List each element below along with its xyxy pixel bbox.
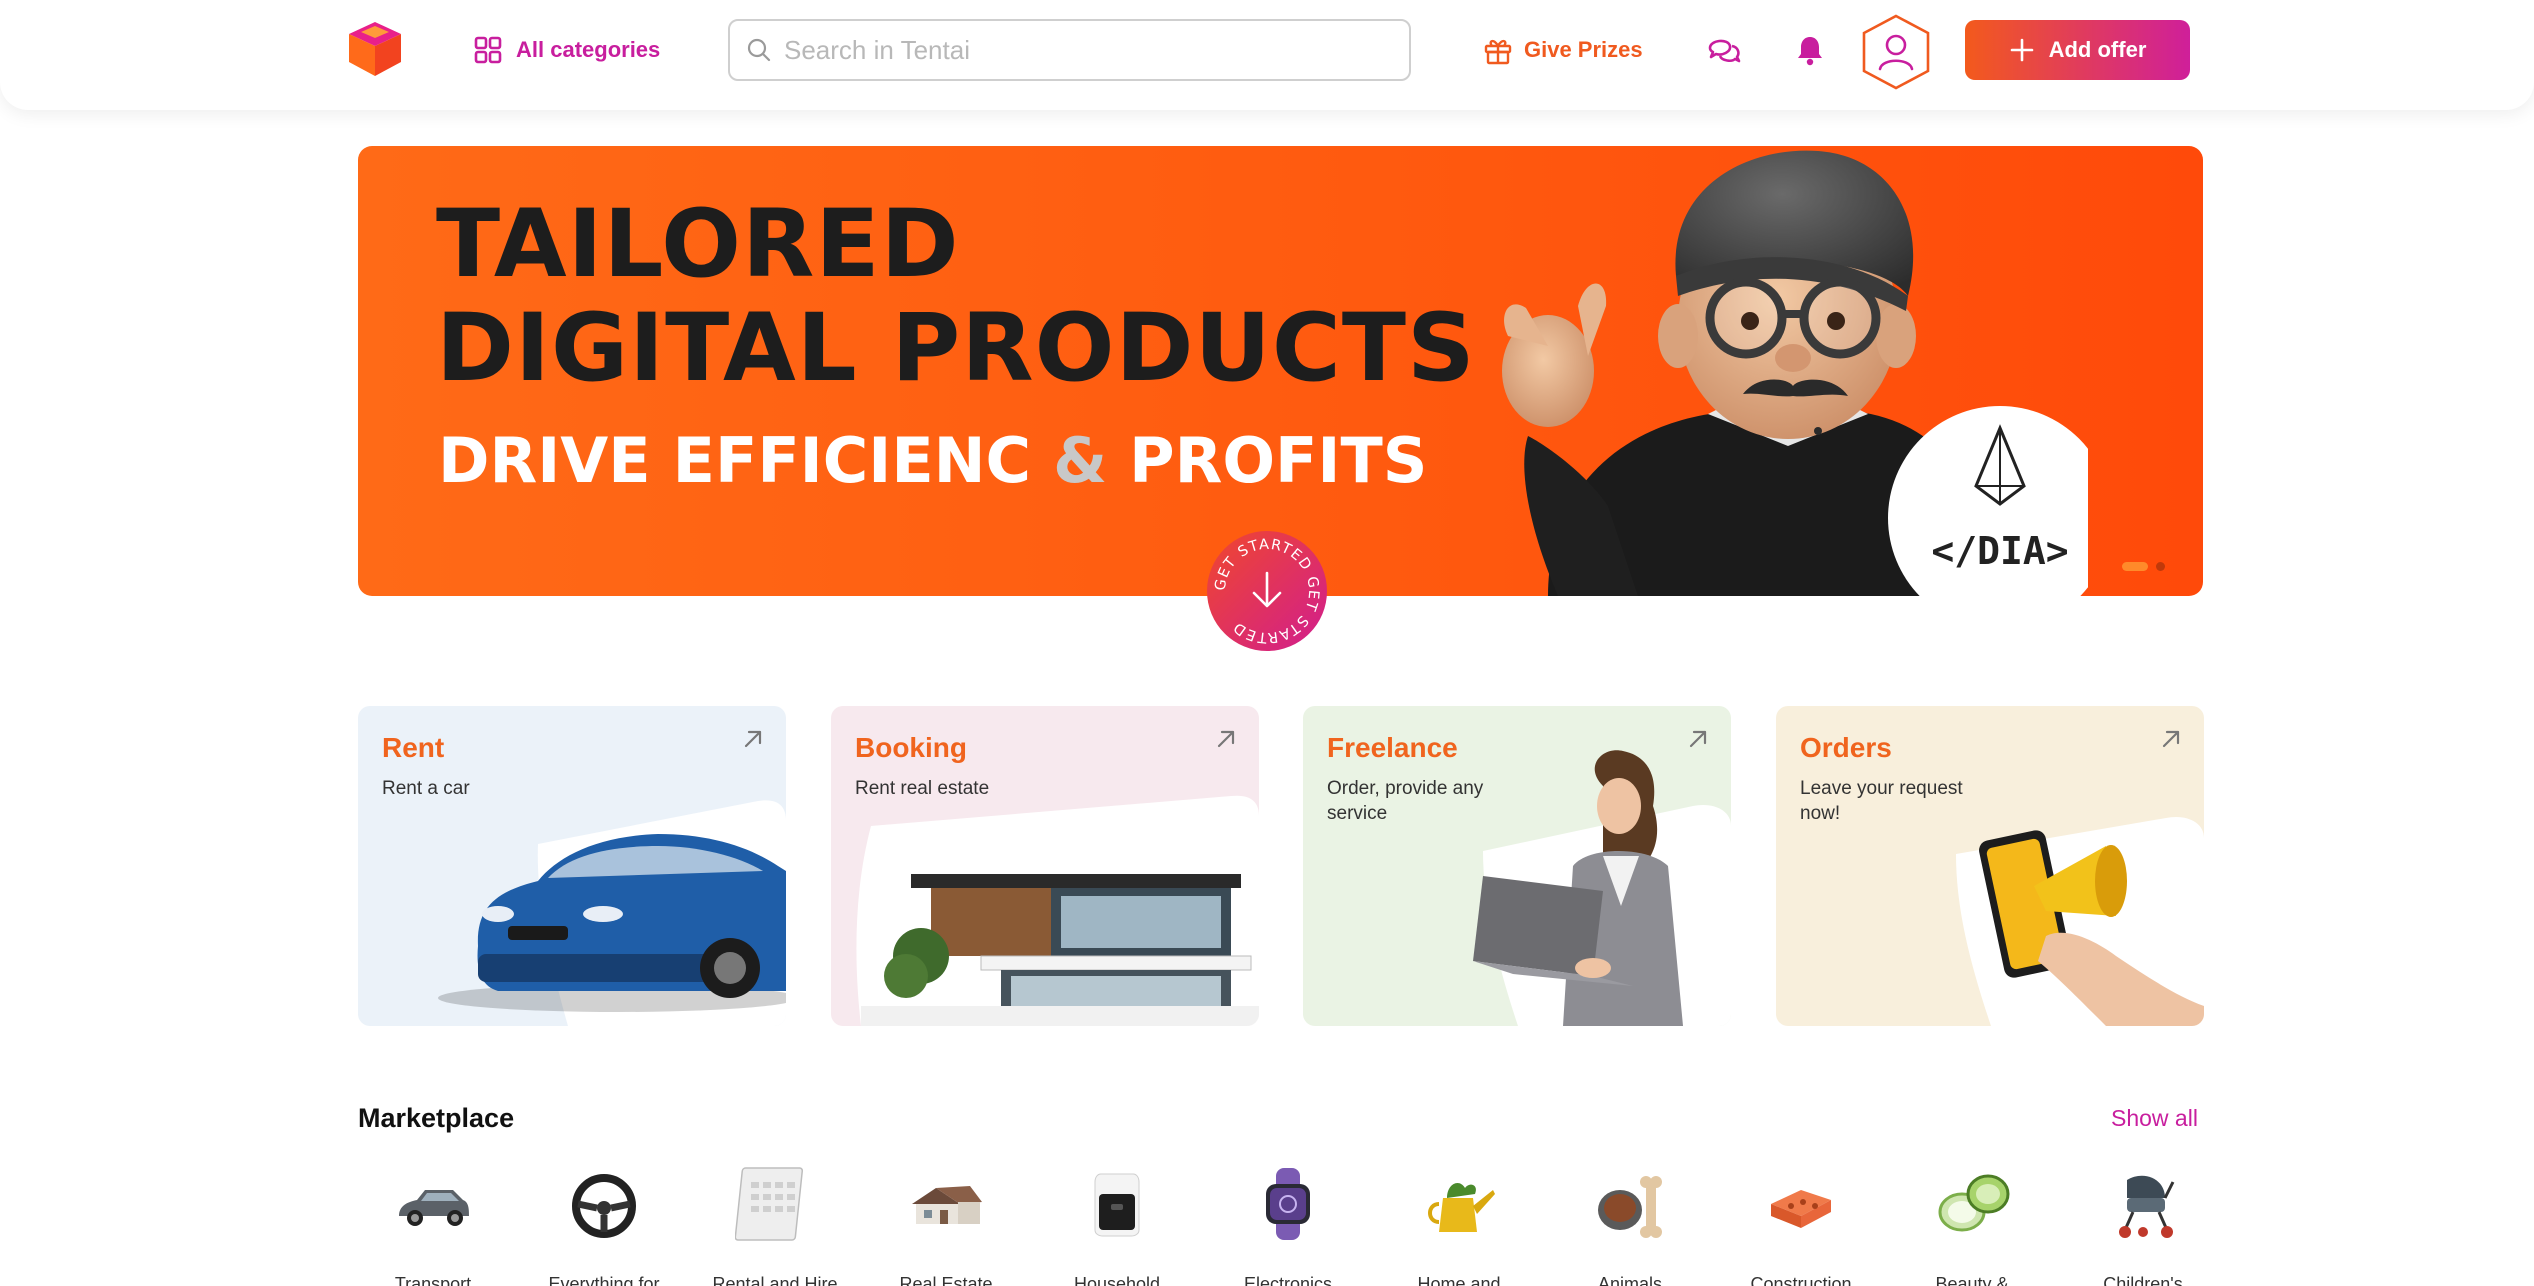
carousel-dots[interactable]	[2122, 562, 2165, 571]
suv-car-icon	[399, 1190, 469, 1226]
card-booking[interactable]: Booking Rent real estate	[831, 706, 1259, 1026]
house-icon	[912, 1186, 982, 1224]
category-label: Real Estate	[899, 1274, 993, 1286]
grid-icon	[474, 36, 502, 64]
bell-icon	[1798, 37, 1822, 66]
add-offer-label: Add offer	[2048, 37, 2147, 62]
cosmetic-jar-icon	[1938, 1174, 2010, 1232]
calendar-icon	[735, 1167, 804, 1241]
dia-badge-text: </DIA>	[1931, 529, 2068, 573]
category-everything-for[interactable]: Everything for	[529, 1160, 679, 1286]
show-all-link[interactable]: Show all	[2111, 1105, 2198, 1132]
card-subtitle: Rent a car	[382, 778, 470, 799]
arrow-up-right-icon[interactable]	[1213, 726, 1239, 752]
card-rent[interactable]: Rent Rent a car	[358, 706, 786, 1026]
messages-button[interactable]	[1704, 30, 1744, 70]
pet-bowl-bone-icon	[1598, 1176, 1662, 1238]
category-label: Everything for	[548, 1274, 660, 1286]
get-started-button[interactable]: GET STARTED GET STARTED	[1207, 531, 1327, 651]
card-title: Freelance	[1327, 732, 1458, 763]
notifications-button[interactable]	[1790, 30, 1830, 70]
card-subtitle: Rent real estate	[855, 778, 990, 799]
category-label: Transport	[394, 1274, 472, 1286]
banner-tagline-part-2: EFFICIENC	[672, 424, 1032, 497]
give-prizes-button[interactable]: Give Prizes	[1482, 30, 1643, 70]
smartwatch-icon	[1266, 1168, 1310, 1240]
search-bar[interactable]	[728, 19, 1411, 81]
carousel-dot[interactable]	[2156, 562, 2165, 571]
category-label: Children's	[2103, 1274, 2183, 1286]
banner-tagline-ampersand: &	[1053, 424, 1108, 497]
arrow-up-right-icon[interactable]	[740, 726, 766, 752]
stroller-icon	[2119, 1175, 2175, 1238]
bricks-icon	[1771, 1190, 1831, 1228]
banner-tagline-part-1: DRIVE	[438, 424, 651, 497]
arrow-down-icon	[1252, 571, 1282, 608]
search-icon	[747, 38, 771, 62]
category-animals[interactable]: Animals	[1555, 1160, 1705, 1286]
promo-banner[interactable]: TAILORED DIGITAL PRODUCTS DRIVE EFFICIEN…	[358, 146, 2203, 596]
air-fryer-icon	[1094, 1173, 1140, 1237]
category-electronics[interactable]: Electronics	[1213, 1160, 1363, 1286]
category-construction[interactable]: Construction	[1726, 1160, 1876, 1286]
banner-tagline-part-3: PROFITS	[1129, 424, 1428, 497]
category-label: Home and	[1417, 1274, 1501, 1286]
mascot-illustration: </DIA>	[1502, 150, 2088, 596]
profile-avatar-icon[interactable]	[1860, 13, 1932, 91]
category-label: Animals	[1597, 1274, 1663, 1286]
plus-icon	[2010, 38, 2033, 62]
category-label: Household	[1073, 1274, 1161, 1286]
banner-tagline: DRIVE EFFICIENC & PROFITS	[438, 424, 1427, 497]
category-childrens[interactable]: Children's	[2068, 1160, 2218, 1286]
category-label: Beauty &	[1935, 1274, 2009, 1286]
all-categories-label: All categories	[516, 37, 661, 62]
category-household[interactable]: Household	[1042, 1160, 1192, 1286]
add-offer-button[interactable]: Add offer	[1965, 20, 2190, 80]
category-rental-and-hire[interactable]: Rental and Hire	[700, 1160, 850, 1286]
all-categories-button[interactable]: All categories	[474, 30, 660, 70]
card-title: Orders	[1800, 732, 1892, 763]
watering-can-icon	[1428, 1183, 1495, 1232]
get-started-badge: GET STARTED GET STARTED	[1213, 537, 1320, 646]
card-subtitle: Order, provide any service	[1327, 778, 1484, 824]
card-freelance[interactable]: Freelance Order, provide any service	[1303, 706, 1731, 1026]
banner-headline-1: TAILORED	[436, 190, 960, 299]
arrow-up-right-icon[interactable]	[1685, 726, 1711, 752]
banner-headline-2: DIGITAL PRODUCTS	[436, 294, 1476, 403]
category-beauty[interactable]: Beauty &	[1897, 1160, 2047, 1286]
give-prizes-label: Give Prizes	[1524, 37, 1643, 62]
card-title: Rent	[382, 732, 445, 763]
category-transport[interactable]: Transport	[358, 1160, 508, 1286]
carousel-dot-active[interactable]	[2122, 562, 2148, 571]
tentai-logo-icon[interactable]	[344, 18, 406, 80]
search-input[interactable]	[784, 34, 1384, 66]
arrow-up-right-icon[interactable]	[2158, 726, 2184, 752]
marketplace-heading: Marketplace	[358, 1103, 515, 1133]
category-real-estate[interactable]: Real Estate	[871, 1160, 1021, 1286]
category-label: Rental and Hire	[712, 1274, 838, 1286]
card-subtitle: Leave your request now!	[1800, 778, 1963, 824]
category-label: Construction	[1750, 1274, 1852, 1286]
category-label: Electronics	[1243, 1274, 1333, 1286]
gift-icon	[1484, 39, 1512, 65]
category-home-and[interactable]: Home and	[1384, 1160, 1534, 1286]
top-navbar: All categories Give Prizes	[0, 0, 2534, 110]
card-title: Booking	[855, 732, 967, 763]
steering-wheel-icon	[572, 1174, 636, 1238]
card-orders[interactable]: Orders Leave your request now!	[1776, 706, 2204, 1026]
chat-bubbles-icon	[1708, 39, 1741, 63]
marketplace-category-list: Transport Everything for Rental and Hire	[358, 1160, 2203, 1286]
